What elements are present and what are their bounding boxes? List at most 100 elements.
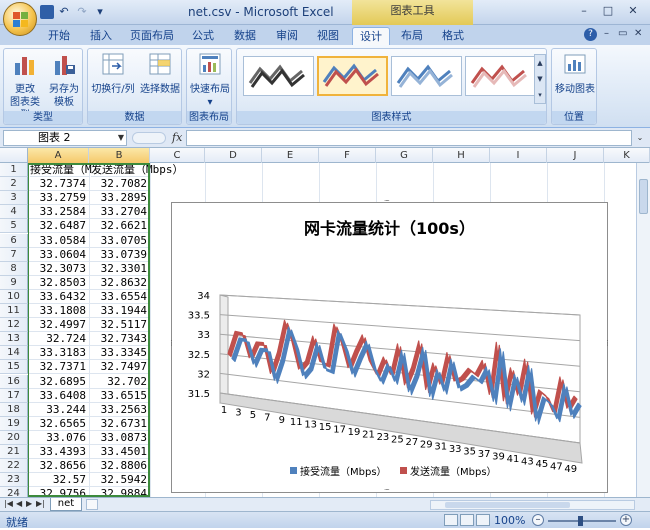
cell-b[interactable]: 33.3345	[89, 346, 150, 361]
row-header[interactable]: 17	[0, 388, 28, 403]
row-header[interactable]: 7	[0, 247, 28, 262]
chart-styles-scroll[interactable]: ▲ ▼ ▾	[534, 54, 546, 104]
column-header-j[interactable]: J	[547, 148, 604, 163]
column-header-k[interactable]: K	[604, 148, 650, 163]
tab-page-layout[interactable]: 页面布局	[124, 27, 180, 45]
row-header[interactable]: 22	[0, 459, 28, 474]
cell-a[interactable]: 33.6408	[28, 389, 89, 403]
chart-style-3[interactable]	[391, 56, 462, 96]
tab-insert[interactable]: 插入	[82, 27, 120, 45]
cell-b[interactable]: 32.8806	[89, 459, 150, 474]
column-header-f[interactable]: F	[319, 148, 376, 163]
row-header[interactable]: 4	[0, 205, 28, 220]
row-header[interactable]: 8	[0, 261, 28, 276]
row-header[interactable]: 15	[0, 360, 28, 375]
ribbon-restore-icon[interactable]: ▭	[618, 28, 627, 39]
column-header-i[interactable]: I	[490, 148, 547, 163]
ribbon-minimize-icon[interactable]: –	[604, 28, 609, 39]
cell-a[interactable]: 32.7374	[28, 177, 89, 192]
name-box[interactable]: 图表 2 ▼	[3, 130, 127, 146]
cell-b1[interactable]: 发送流量（Mbps）	[91, 163, 184, 177]
cell-b[interactable]: 33.0739	[89, 248, 150, 262]
tab-home[interactable]: 开始	[40, 27, 78, 45]
cell-b[interactable]: 32.6731	[89, 417, 150, 431]
cell-a[interactable]: 33.3183	[28, 346, 89, 361]
next-sheet-icon[interactable]: ▶	[26, 499, 32, 508]
first-sheet-icon[interactable]: |◀	[4, 499, 13, 508]
cell-b[interactable]: 32.7082	[89, 177, 150, 192]
cell-a[interactable]: 33.076	[28, 431, 89, 445]
switch-row-column-button[interactable]: 切换行/列	[90, 51, 136, 96]
cell-a[interactable]: 32.724	[28, 332, 89, 347]
cell-b[interactable]: 33.2563	[89, 403, 150, 417]
cell-b[interactable]: 33.4501	[89, 445, 150, 459]
undo-icon[interactable]: ↶	[56, 4, 72, 20]
row-header[interactable]: 16	[0, 374, 28, 389]
chart-style-4[interactable]	[465, 56, 536, 96]
column-header-a[interactable]: A	[28, 148, 89, 163]
redo-icon[interactable]: ↷	[74, 4, 90, 20]
vertical-scroll-thumb[interactable]	[639, 179, 648, 214]
cell-a[interactable]: 33.6432	[28, 290, 89, 304]
worksheet[interactable]: A B C D E F G H I J K 1 接受流量（M 发送流量（Mbps…	[0, 148, 650, 497]
cell-b[interactable]: 32.7343	[89, 332, 150, 347]
page-layout-view-icon[interactable]	[460, 514, 474, 526]
cell-a[interactable]: 32.3073	[28, 262, 89, 276]
row-header[interactable]: 2	[0, 177, 28, 192]
horizontal-scroll-thumb[interactable]	[445, 502, 570, 508]
cell-a[interactable]: 32.4997	[28, 318, 89, 333]
cell-b[interactable]: 32.6621	[89, 219, 150, 234]
row-header[interactable]: 6	[0, 233, 28, 248]
row-header[interactable]: 23	[0, 473, 28, 488]
cell-b[interactable]: 32.8632	[89, 276, 150, 290]
row-header[interactable]: 12	[0, 318, 28, 333]
cell-b[interactable]: 33.6554	[89, 290, 150, 304]
row-header[interactable]: 11	[0, 304, 28, 318]
cell-a[interactable]: 33.244	[28, 403, 89, 417]
normal-view-icon[interactable]	[444, 514, 458, 526]
cell-a[interactable]: 32.6895	[28, 375, 89, 389]
chart[interactable]: ···· ···· ⋮ ⋮ 网卡流量统计（100s） 34 33.5 33 32.5 3…	[168, 197, 611, 494]
zoom-slider-knob[interactable]	[578, 516, 583, 526]
formula-input[interactable]	[186, 130, 632, 146]
row-header[interactable]: 9	[0, 275, 28, 290]
cell-a[interactable]: 33.1808	[28, 304, 89, 318]
zoom-level[interactable]: 100%	[494, 514, 525, 527]
row-header[interactable]: 24	[0, 487, 28, 497]
column-header-b[interactable]: B	[89, 148, 150, 163]
cell-a[interactable]: 32.6487	[28, 219, 89, 234]
tab-review[interactable]: 审阅	[268, 27, 306, 45]
sheet-tab-net[interactable]: net	[50, 498, 82, 511]
save-as-template-button[interactable]: 另存为 模板	[46, 51, 82, 109]
page-break-view-icon[interactable]	[476, 514, 490, 526]
tab-data[interactable]: 数据	[226, 27, 264, 45]
maximize-button[interactable]: □	[597, 2, 619, 20]
ribbon-close-icon[interactable]: ✕	[634, 28, 642, 39]
tab-design[interactable]: 设计	[352, 27, 390, 46]
cell-b[interactable]: 33.2704	[89, 205, 150, 220]
cell-b[interactable]: 33.1944	[89, 304, 150, 318]
vertical-scrollbar[interactable]	[636, 163, 650, 497]
row-header[interactable]: 3	[0, 191, 28, 206]
tab-formulas[interactable]: 公式	[184, 27, 222, 45]
tab-chart-layout[interactable]: 布局	[394, 27, 430, 45]
row-header[interactable]: 5	[0, 219, 28, 234]
zoom-in-icon[interactable]: +	[620, 514, 632, 526]
cell-a[interactable]: 32.9756	[28, 487, 89, 497]
office-button[interactable]	[3, 2, 37, 36]
cell-b[interactable]: 33.2895	[89, 191, 150, 206]
row-header[interactable]: 1	[0, 163, 28, 177]
column-header-d[interactable]: D	[205, 148, 262, 163]
prev-sheet-icon[interactable]: ◀	[16, 499, 22, 508]
customize-icon[interactable]: ▾	[92, 4, 108, 20]
horizontal-scrollbar[interactable]	[430, 500, 635, 510]
cell-a[interactable]: 33.2759	[28, 191, 89, 206]
insert-sheet-icon[interactable]	[86, 499, 98, 510]
row-header[interactable]: 21	[0, 445, 28, 459]
select-all-button[interactable]	[0, 148, 28, 163]
cell-b[interactable]: 33.6515	[89, 389, 150, 403]
column-header-c[interactable]: C	[150, 148, 205, 163]
cell-a[interactable]: 32.8503	[28, 276, 89, 290]
row-header[interactable]: 14	[0, 346, 28, 361]
cell-b[interactable]: 32.5942	[89, 473, 150, 488]
